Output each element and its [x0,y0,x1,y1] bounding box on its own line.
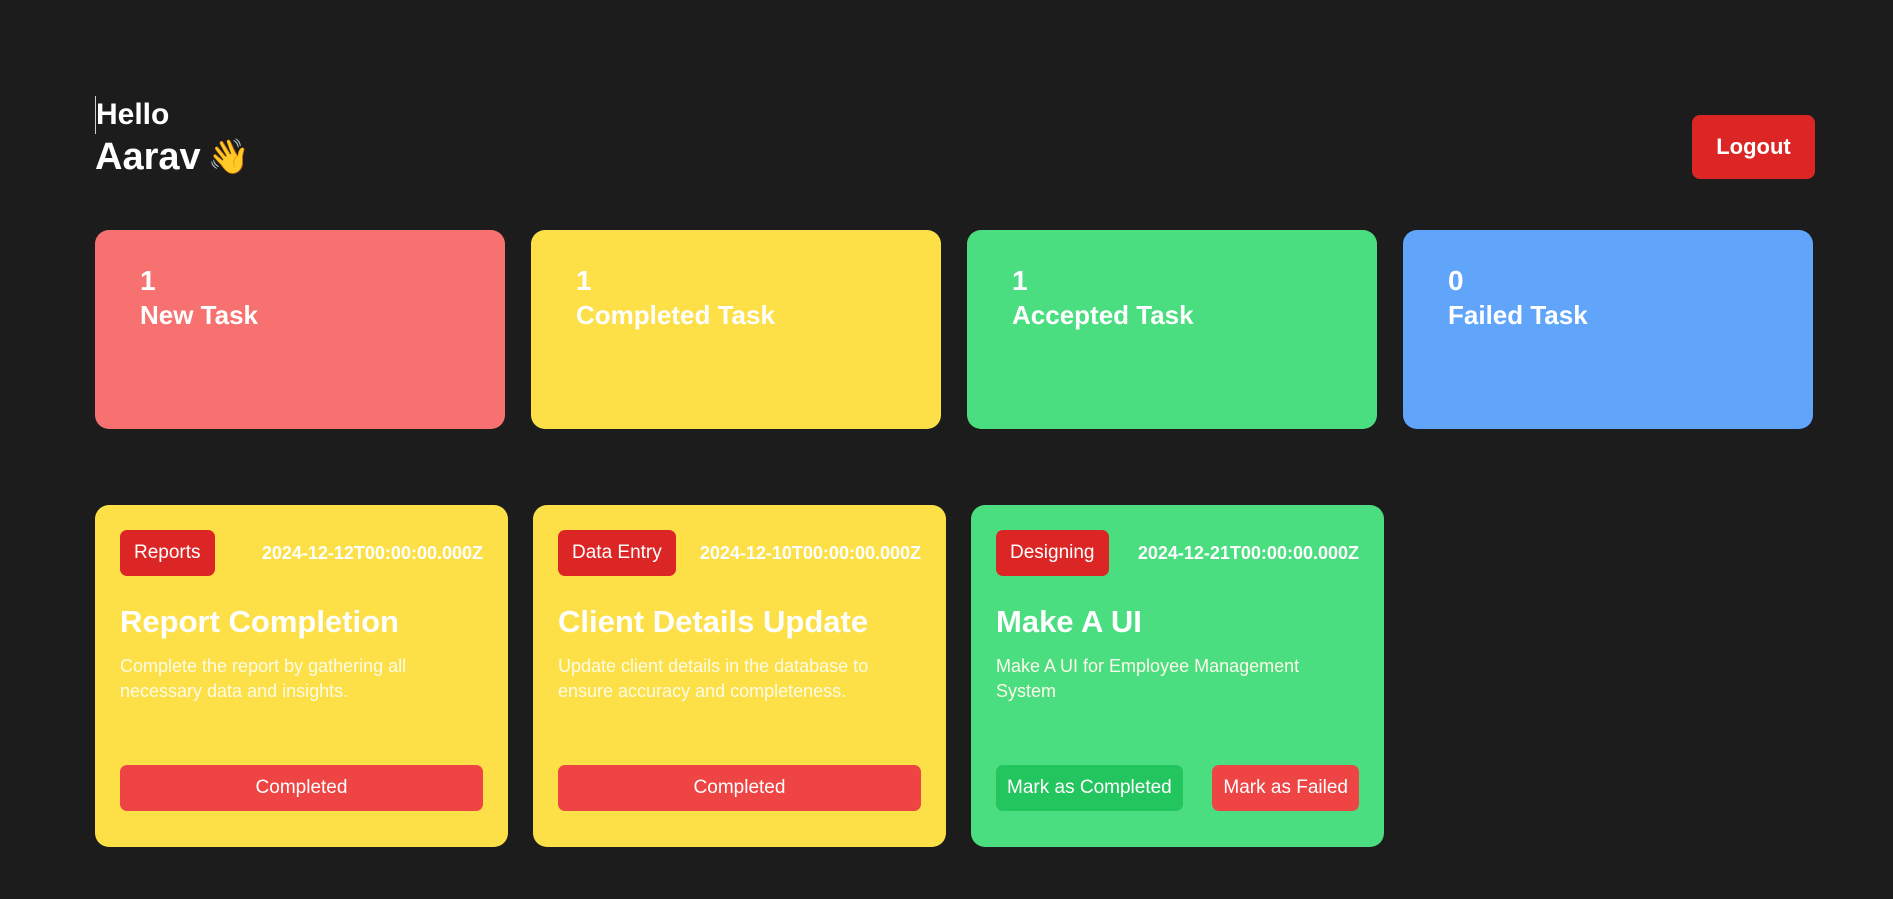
waving-hand-icon: 👋 [207,138,250,176]
logout-button[interactable]: Logout [1692,115,1815,179]
task-card-header: Data Entry 2024-12-10T00:00:00.000Z [558,530,921,576]
task-category-badge: Reports [120,530,215,576]
task-card-header: Designing 2024-12-21T00:00:00.000Z [996,530,1359,576]
task-title: Make A UI [996,604,1142,639]
task-date: 2024-12-12T00:00:00.000Z [261,542,483,563]
task-description: Update client details in the database to… [558,656,869,701]
task-title: Report Completion [120,604,399,639]
stat-label: Accepted Task [1012,300,1194,330]
greeting-hello: Hello [95,96,249,134]
stat-card-failed: 0 Failed Task [1403,230,1813,429]
greeting: Hello Aarav 👋 [95,96,250,180]
stat-count: 0 [1448,265,1464,296]
task-description: Make A UI for Employee Management System [996,656,1300,701]
task-actions: Mark as Completed Mark as Failed [996,765,1359,811]
greeting-name-row: Aarav 👋 [95,134,250,180]
mark-completed-button[interactable]: Mark as Completed [996,765,1183,811]
task-title: Client Details Update [558,604,869,639]
stat-card-completed: 1 Completed Task [531,230,941,429]
user-name: Aarav [95,136,201,178]
stat-count: 1 [576,265,592,296]
task-card-data-entry: Data Entry 2024-12-10T00:00:00.000Z Clie… [533,505,946,847]
task-date: 2024-12-21T00:00:00.000Z [1137,542,1359,563]
task-card-designing: Designing 2024-12-21T00:00:00.000Z Make … [971,505,1384,847]
dashboard-page: Hello Aarav 👋 Logout 1 New Task 1 Comple… [0,0,1893,899]
task-stats: 1 New Task 1 Completed Task 1 Accepted T… [95,230,1813,429]
task-card-reports: Reports 2024-12-12T00:00:00.000Z Report … [95,505,508,847]
task-card-header: Reports 2024-12-12T00:00:00.000Z [120,530,483,576]
stat-card-accepted: 1 Accepted Task [967,230,1377,429]
task-category-badge: Designing [996,530,1109,576]
completed-button[interactable]: Completed [120,765,483,811]
stat-card-new: 1 New Task [95,230,505,429]
stat-count: 1 [140,265,156,296]
stat-label: Completed Task [576,300,775,330]
stat-label: Failed Task [1448,300,1588,330]
mark-failed-button[interactable]: Mark as Failed [1212,765,1359,811]
task-actions: Completed [120,765,483,811]
task-list: Reports 2024-12-12T00:00:00.000Z Report … [95,505,1384,847]
header: Hello Aarav 👋 Logout [95,96,1815,180]
stat-label: New Task [140,300,259,330]
completed-button[interactable]: Completed [558,765,921,811]
task-description: Complete the report by gathering all nec… [120,656,407,701]
stat-count: 1 [1012,265,1028,296]
task-actions: Completed [558,765,921,811]
task-category-badge: Data Entry [558,530,676,576]
task-date: 2024-12-10T00:00:00.000Z [699,542,921,563]
